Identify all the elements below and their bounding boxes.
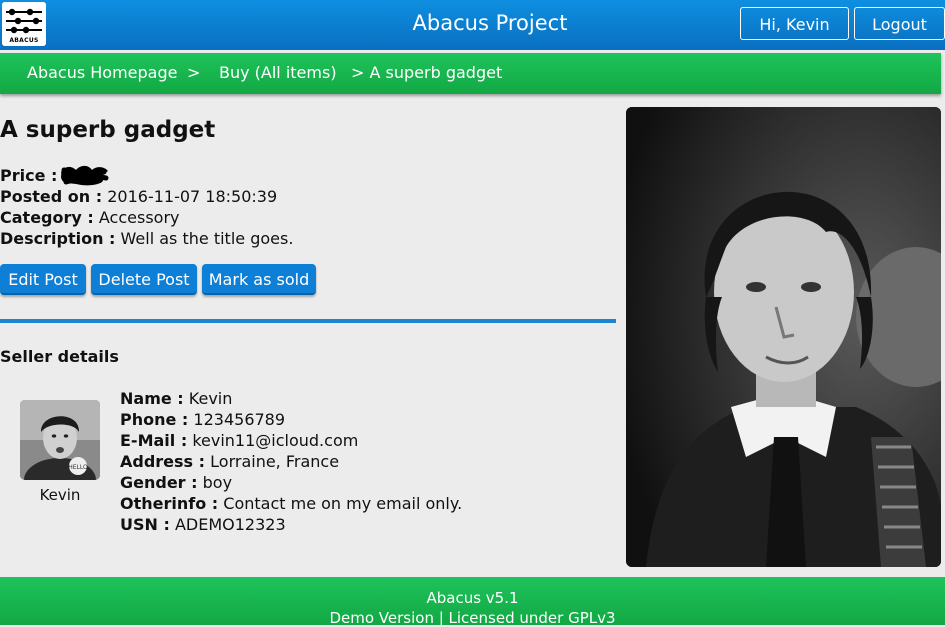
description-row: Description : Well as the title goes. — [0, 229, 293, 248]
user-greeting-button[interactable]: Hi, Kevin — [740, 7, 849, 40]
seller-field-label: E-Mail : — [120, 431, 188, 450]
posted-on-value: 2016-11-07 18:50:39 — [107, 187, 278, 206]
breadcrumb: Abacus Homepage > Buy (All items) > A su… — [0, 53, 941, 94]
seller-field-label: Gender : — [120, 473, 198, 492]
seller-field-value: Contact me on my email only. — [223, 494, 463, 513]
seller-field-value: ADEMO12323 — [174, 515, 286, 534]
product-photo[interactable] — [626, 107, 941, 567]
breadcrumb-separator: > — [187, 63, 201, 82]
breadcrumb-buy-all-link[interactable]: Buy (All items) — [219, 63, 337, 82]
category-label: Category : — [0, 208, 94, 227]
redacted-price-scribble — [61, 165, 109, 186]
description-value: Well as the title goes. — [120, 229, 294, 248]
seller-phone-row: Phone : 123456789 — [120, 410, 285, 429]
seller-field-label: USN : — [120, 515, 170, 534]
delete-post-button[interactable]: Delete Post — [91, 264, 197, 295]
category-row: Category : Accessory — [0, 208, 179, 227]
seller-avatar[interactable]: HELLO — [20, 400, 100, 480]
posted-on-label: Posted on : — [0, 187, 103, 206]
seller-otherinfo-row: Otherinfo : Contact me on my email only. — [120, 494, 462, 513]
seller-field-value: Lorraine, France — [210, 452, 340, 471]
seller-field-value: Kevin — [188, 389, 233, 408]
seller-field-label: Address : — [120, 452, 206, 471]
logo-text: ABACUS — [9, 37, 39, 44]
seller-gender-row: Gender : boy — [120, 473, 232, 492]
footer-license: Demo Version | Licensed under GPLv3 — [329, 609, 616, 627]
description-label: Description : — [0, 229, 116, 248]
seller-field-value: kevin11@icloud.com — [192, 431, 359, 450]
mark-as-sold-button[interactable]: Mark as sold — [202, 264, 316, 295]
seller-field-value: 123456789 — [193, 410, 286, 429]
breadcrumb-home-link[interactable]: Abacus Homepage — [27, 63, 177, 82]
top-navbar: ABACUS Abacus Project Hi, Kevin Logout — [0, 0, 945, 50]
seller-name-row: Name : Kevin — [120, 389, 232, 408]
price-label: Price : — [0, 166, 58, 185]
seller-field-label: Otherinfo : — [120, 494, 219, 513]
seller-email-row: E-Mail : kevin11@icloud.com — [120, 431, 358, 450]
price-row: Price : — [0, 166, 57, 185]
seller-field-label: Phone : — [120, 410, 189, 429]
breadcrumb-current-item: > A superb gadget — [351, 63, 503, 82]
logout-button[interactable]: Logout — [854, 7, 945, 40]
footer-version: Abacus v5.1 — [426, 589, 519, 607]
page-title: A superb gadget — [0, 117, 216, 143]
seller-usn-row: USN : ADEMO12323 — [120, 515, 286, 534]
svg-text:HELLO: HELLO — [68, 464, 88, 471]
section-divider — [0, 319, 616, 323]
category-value: Accessory — [98, 208, 180, 227]
seller-address-row: Address : Lorraine, France — [120, 452, 339, 471]
posted-on-row: Posted on : 2016-11-07 18:50:39 — [0, 187, 277, 206]
footer: Abacus v5.1 Demo Version | Licensed unde… — [0, 577, 945, 627]
seller-details-heading: Seller details — [0, 347, 119, 366]
edit-post-button[interactable]: Edit Post — [0, 264, 86, 295]
seller-avatar-caption: Kevin — [39, 486, 81, 504]
seller-field-label: Name : — [120, 389, 184, 408]
seller-field-value: boy — [202, 473, 233, 492]
